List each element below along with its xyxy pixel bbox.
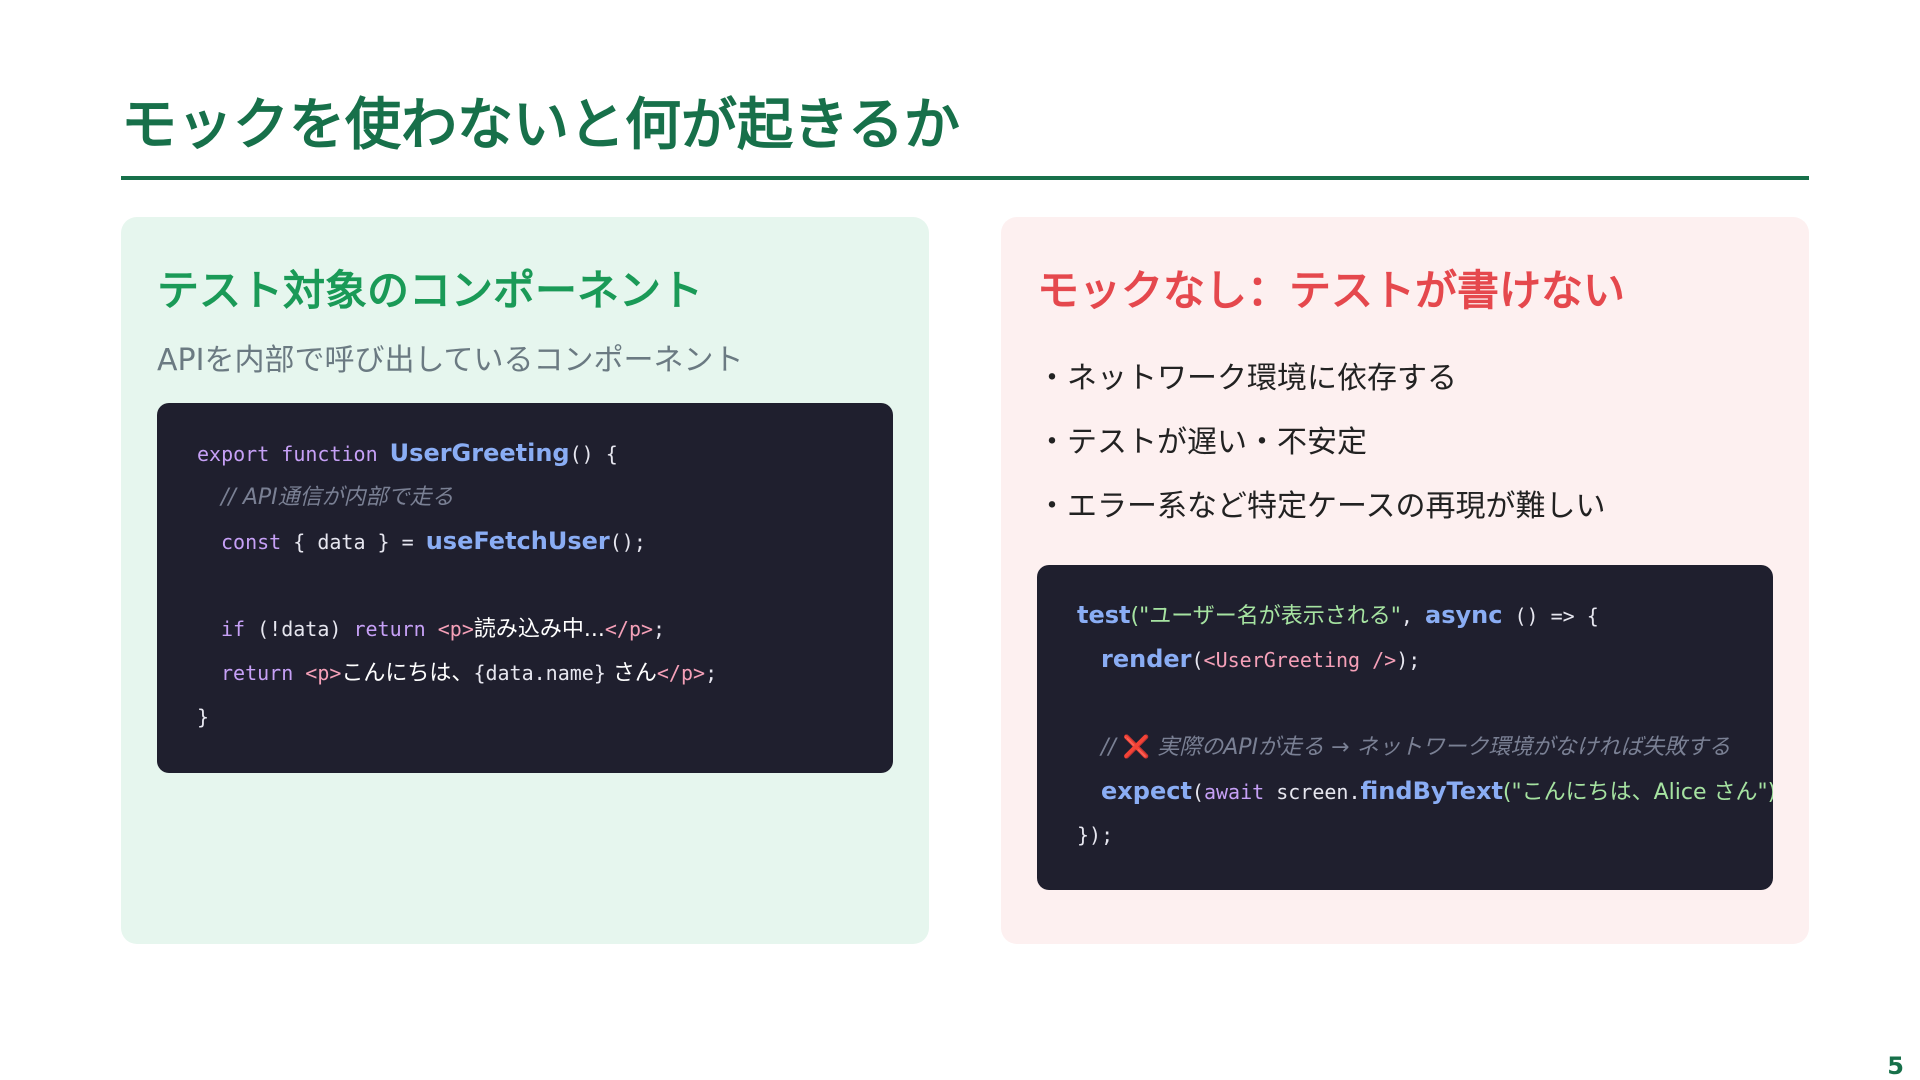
component-code-block: export function UserGreeting() { // API通… xyxy=(157,403,893,773)
code-line: // ❌ 実際のAPIが走る → ネットワーク環境がなければ失敗する xyxy=(1077,725,1773,769)
code-punctuation: , xyxy=(1400,604,1425,628)
code-expression: {data.name} xyxy=(473,661,606,685)
code-line: expect(await screen.findByText("こんにちは、Al… xyxy=(1077,769,1773,813)
code-punctuation: } xyxy=(197,705,210,729)
component-panel-heading: テスト対象のコンポーネント xyxy=(157,266,704,315)
code-comment: // ❌ 実際のAPIが走る → ネットワーク環境がなければ失敗する xyxy=(1101,735,1730,760)
code-text: { data } = xyxy=(281,530,426,554)
no-mock-panel: モックなし：テストが書けない ・ネットワーク環境に依存する ・テストが遅い・不安… xyxy=(1001,217,1809,944)
code-function-name: UserGreeting xyxy=(389,439,570,467)
code-function-name: render xyxy=(1101,645,1192,673)
code-punctuation: () => { xyxy=(1502,604,1599,628)
code-tag: <UserGreeting /> xyxy=(1203,648,1397,672)
title-divider xyxy=(121,176,1809,180)
code-line: return <p>こんにちは、{data.name} さん</p>; xyxy=(197,651,717,695)
code-text: screen. xyxy=(1264,780,1361,804)
code-keyword: async xyxy=(1425,601,1503,629)
code-function-name: expect xyxy=(1101,777,1192,805)
code-keyword: return xyxy=(353,617,426,641)
test-code-block: test("ユーザー名が表示される", async () => { render… xyxy=(1037,565,1773,890)
component-panel-subtitle: APIを内部で呼び出しているコンポーネント xyxy=(157,343,744,378)
slide-title: モックを使わないと何が起きるか xyxy=(121,93,960,158)
code-function-name: test xyxy=(1077,601,1131,629)
code-line: const { data } = useFetchUser(); xyxy=(197,519,717,563)
code-line: export function UserGreeting() { xyxy=(197,431,717,475)
code-keyword: return xyxy=(221,661,294,685)
code-line: test("ユーザー名が表示される", async () => { xyxy=(1077,593,1773,637)
code-punctuation: (); xyxy=(609,530,646,554)
code-string: ("ユーザー名が表示される" xyxy=(1130,604,1401,629)
code-keyword: export xyxy=(197,442,270,466)
code-punctuation: () { xyxy=(569,442,618,466)
code-jsx-text: こんにちは、 xyxy=(341,661,474,686)
code-text: (!data) xyxy=(245,617,354,641)
code-jsx-text: さん xyxy=(605,661,657,686)
problem-list-item: ・エラー系など特定ケースの再現が難しい xyxy=(1037,489,1606,524)
code-keyword: await xyxy=(1203,780,1265,804)
component-panel: テスト対象のコンポーネント APIを内部で呼び出しているコンポーネント expo… xyxy=(121,217,929,944)
code-function-name: useFetchUser xyxy=(425,527,610,555)
problem-list: ・ネットワーク環境に依存する ・テストが遅い・不安定 ・エラー系など特定ケースの… xyxy=(1037,357,1606,549)
code-comment-prefix: // xyxy=(1101,735,1123,760)
code-comment: // API通信が内部で走る xyxy=(221,485,454,510)
code-line: if (!data) return <p>読み込み中...</p>; xyxy=(197,607,717,651)
code-keyword: function xyxy=(281,442,378,466)
code-line: render(<UserGreeting />); xyxy=(1077,637,1773,681)
code-punctuation: }); xyxy=(1077,823,1114,847)
code-comment-text: 実際のAPIが走る → ネットワーク環境がなければ失敗する xyxy=(1150,735,1731,760)
page-number: 5 xyxy=(1887,1052,1904,1080)
code-punctuation: ); xyxy=(1396,648,1421,672)
code-tag: </p> xyxy=(604,617,654,641)
code-tag: <p> xyxy=(437,617,474,641)
code-function-name: findByText xyxy=(1360,777,1503,805)
code-line: } xyxy=(197,695,717,739)
code-string: ("こんにちは、Alice さん") xyxy=(1502,780,1773,805)
no-mock-panel-heading: モックなし：テストが書けない xyxy=(1037,266,1626,315)
problem-list-item: ・ネットワーク環境に依存する xyxy=(1037,361,1457,396)
code-keyword: if xyxy=(221,617,246,641)
code-line: // API通信が内部で走る xyxy=(197,475,717,519)
code-punctuation: ( xyxy=(1191,780,1204,804)
problem-list-item: ・テストが遅い・不安定 xyxy=(1037,425,1367,460)
code-tag: <p> xyxy=(305,661,342,685)
code-punctuation: ; xyxy=(653,617,666,641)
code-tag: </p> xyxy=(656,661,706,685)
code-jsx-text: 読み込み中... xyxy=(473,617,605,642)
cross-mark-icon: ❌ xyxy=(1122,735,1151,760)
code-punctuation: ; xyxy=(705,661,718,685)
code-punctuation: ( xyxy=(1191,648,1204,672)
code-line: }); xyxy=(1077,813,1773,857)
code-keyword: const xyxy=(221,530,282,554)
